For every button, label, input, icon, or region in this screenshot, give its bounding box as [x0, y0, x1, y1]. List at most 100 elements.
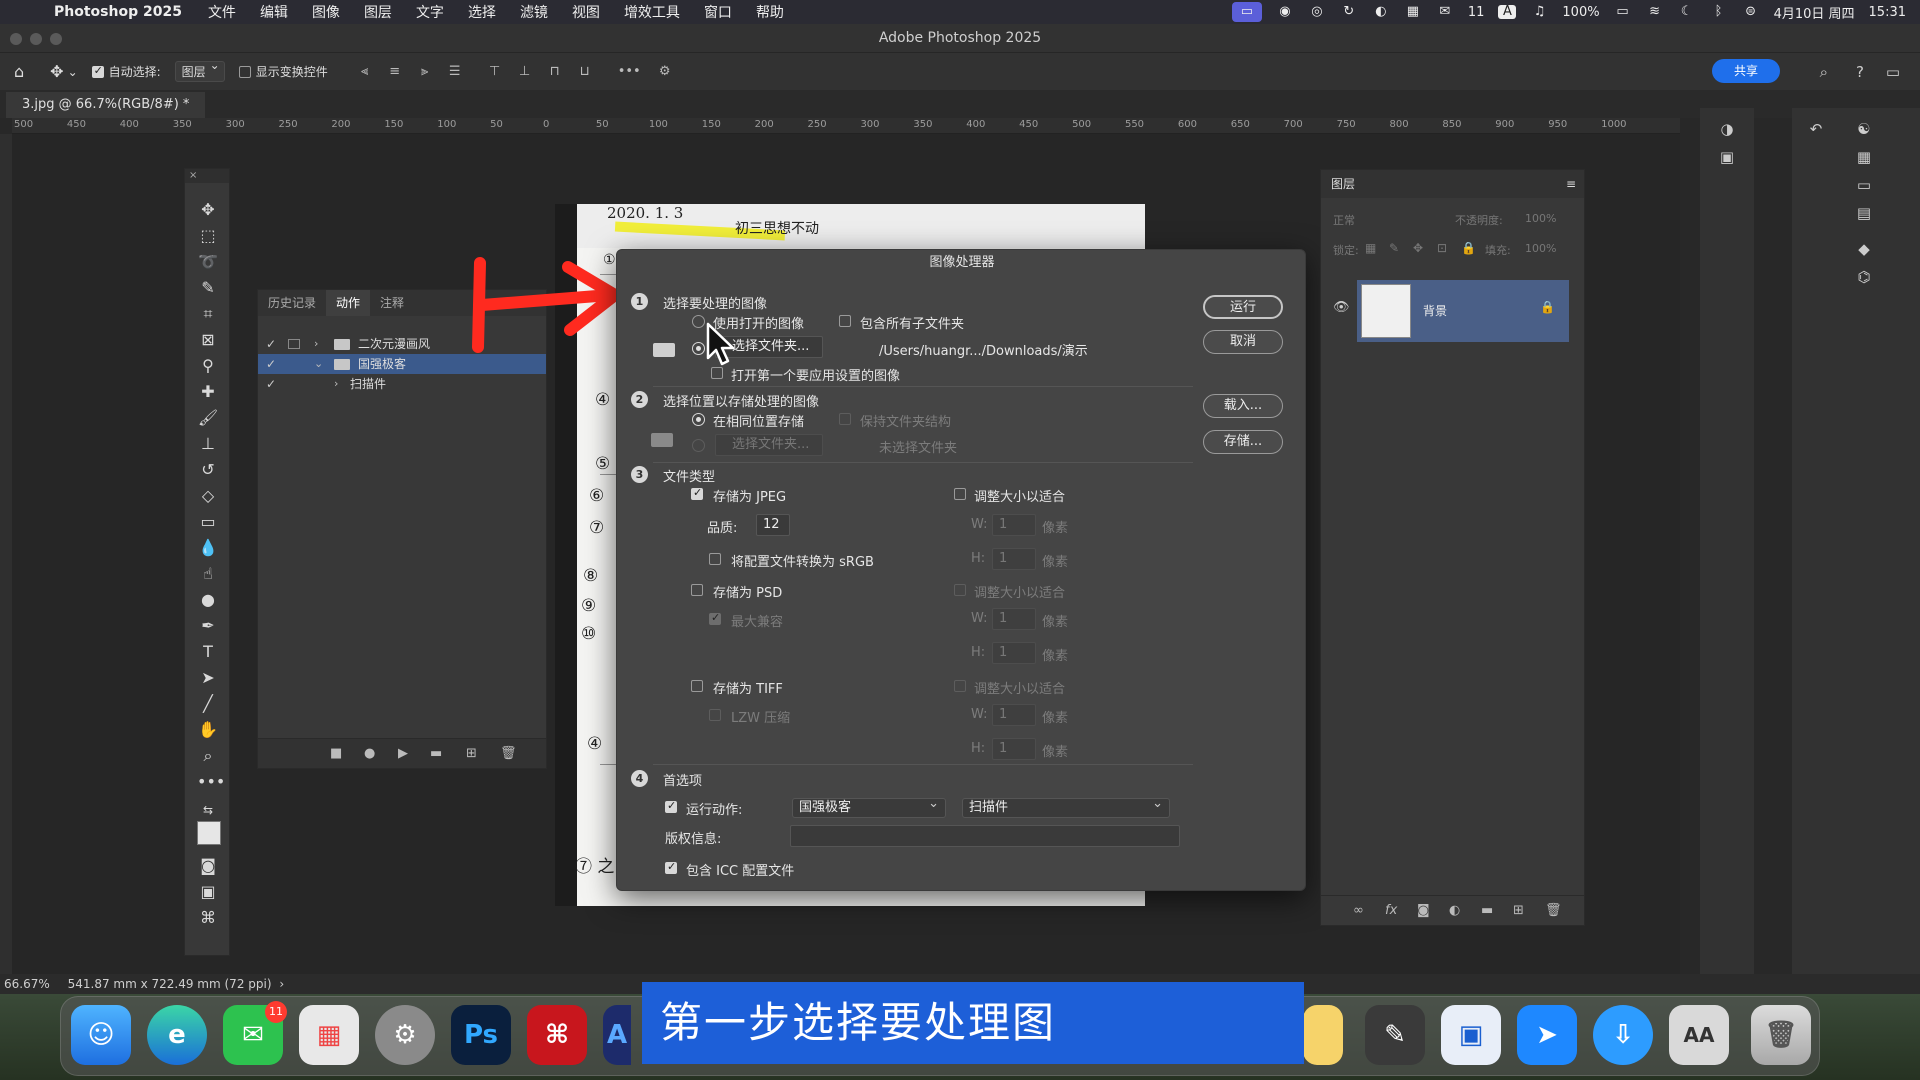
menu-app-name[interactable]: Photoshop 2025 — [54, 4, 182, 20]
keep-folder-structure-checkbox[interactable] — [839, 413, 856, 429]
show-transform-toggle[interactable]: 显示变换控件 — [238, 63, 328, 80]
more-tools-icon[interactable]: ••• — [197, 771, 225, 793]
new-group-icon[interactable]: ▬ — [1481, 903, 1493, 918]
action-enabled-check-icon[interactable]: ✓ — [266, 334, 276, 354]
tab-actions[interactable]: 动作 — [326, 290, 371, 316]
action-enabled-check-icon[interactable]: ✓ — [266, 374, 276, 394]
vpn-icon[interactable]: ◐ — [1372, 5, 1390, 19]
psd-resize-checkbox[interactable] — [954, 584, 971, 600]
close-icon[interactable]: × — [189, 170, 197, 181]
marquee-tool-icon[interactable]: ⬚ — [197, 225, 219, 247]
layers-panel-title[interactable]: 图层 — [1331, 177, 1355, 191]
frame-tool-icon[interactable]: ⊠ — [197, 329, 219, 351]
window-minimize-button[interactable] — [30, 33, 42, 45]
edge-app-icon[interactable]: e — [147, 1005, 207, 1065]
auto-select-checkbox[interactable] — [91, 64, 104, 78]
gear-icon[interactable]: ⚙ — [658, 64, 672, 79]
chevron-right-icon[interactable]: › — [314, 334, 318, 354]
dodge-tool-icon[interactable]: ● — [197, 589, 219, 611]
adjustment-layer-icon[interactable]: ◐ — [1449, 903, 1460, 918]
action-row[interactable]: ✓ › 扫描件 — [258, 374, 546, 394]
input-method-icon[interactable]: A — [1498, 5, 1517, 19]
action-enabled-check-icon[interactable]: ✓ — [266, 354, 276, 374]
quick-mask-icon[interactable]: ◙ — [197, 855, 219, 877]
menu-image[interactable]: 图像 — [312, 2, 340, 22]
distribute-icon[interactable]: ☰ — [448, 64, 462, 79]
app-store-app-icon[interactable]: A — [603, 1005, 631, 1065]
align-right-icon[interactable]: ⫸ — [418, 64, 432, 79]
tab-notes[interactable]: 注释 — [370, 290, 414, 316]
stop-icon[interactable]: ■ — [330, 746, 342, 761]
help-icon[interactable]: ? — [1856, 63, 1864, 81]
lock-position-icon[interactable]: ✥ — [1413, 241, 1423, 255]
opacity-value[interactable]: 100% — [1525, 212, 1556, 225]
move-tool-icon[interactable]: ✥ — [197, 199, 219, 221]
cloud-download-app-icon[interactable]: ⇩ — [1593, 1005, 1653, 1065]
chevron-right-icon[interactable]: › — [279, 977, 284, 991]
record-icon[interactable]: ● — [364, 746, 375, 761]
visibility-eye-icon[interactable]: 👁 — [1333, 300, 1350, 315]
auto-select-toggle[interactable]: 自动选择: — [91, 63, 161, 80]
home-icon[interactable]: ⌂ — [14, 62, 24, 81]
hand-tool-icon[interactable]: ✋ — [197, 719, 219, 741]
learn-panel-icon[interactable]: ☯ — [1854, 120, 1874, 138]
action-name-select[interactable]: 扫描件 — [962, 795, 1170, 818]
color-panel-icon[interactable]: ◑ — [1717, 120, 1737, 138]
type-tool-icon[interactable]: T — [197, 641, 219, 663]
shapes-panel-icon[interactable]: ◆ — [1854, 240, 1874, 258]
tools-panel-header[interactable]: × — [185, 169, 229, 183]
align-top-icon[interactable]: ⊤ — [488, 64, 502, 79]
more-options-icon[interactable]: ••• — [618, 64, 641, 79]
include-subfolders-checkbox[interactable] — [839, 315, 856, 331]
copyright-input[interactable] — [790, 825, 1180, 847]
distribute-vertical-icon[interactable]: ⊔ — [578, 64, 592, 79]
sync-icon[interactable]: ↻ — [1340, 5, 1358, 19]
crop-tool-icon[interactable]: ⌗ — [197, 303, 219, 325]
moon-icon[interactable]: ☾ — [1678, 5, 1696, 19]
tiff-height-input[interactable]: 1 — [992, 738, 1036, 760]
document-tab[interactable]: 3.jpg @ 66.7%(RGB/8#) * — [6, 92, 206, 118]
remote-desktop-app-icon[interactable]: ▣ — [1441, 1005, 1501, 1065]
jpeg-height-input[interactable]: 1 — [992, 548, 1036, 570]
lock-brush-icon[interactable]: ✎ — [1389, 241, 1399, 255]
notes-app-icon[interactable] — [1303, 1005, 1343, 1065]
auto-select-dropdown[interactable]: 图层 — [174, 58, 225, 82]
font-book-app-icon[interactable]: AA — [1669, 1005, 1729, 1065]
menu-file[interactable]: 文件 — [208, 2, 236, 22]
grid-app-icon[interactable]: ▦ — [1404, 5, 1422, 19]
search-icon[interactable]: ⌕ — [1820, 63, 1828, 81]
feishu-app-icon[interactable]: ➤ — [1517, 1005, 1577, 1065]
run-button[interactable]: 运行 — [1203, 295, 1283, 319]
bluetooth-icon[interactable]: ᛒ — [1710, 5, 1728, 19]
horizontal-ruler[interactable]: 500 450 400 350 300 250 200 150 100 50 0 50 100 150 20… — [12, 118, 1680, 134]
swap-colors-icon[interactable]: ⇆ — [197, 799, 219, 821]
chevron-down-icon[interactable]: ⌄ — [314, 354, 323, 374]
layer-mask-icon[interactable]: ◙ — [1417, 903, 1430, 918]
menu-layer[interactable]: 图层 — [364, 2, 392, 22]
system-settings-app-icon[interactable]: ⚙ — [375, 1005, 435, 1065]
tiff-width-input[interactable]: 1 — [992, 704, 1036, 726]
tool-preset-chevron-icon[interactable]: ⌄ — [68, 65, 78, 79]
lzw-compression-checkbox[interactable] — [709, 709, 726, 725]
save-tiff-checkbox[interactable] — [691, 680, 708, 696]
menu-edit[interactable]: 编辑 — [260, 2, 288, 22]
dialog-toggle-icon[interactable] — [288, 339, 300, 349]
zoom-tool-icon[interactable]: ⌕ — [197, 745, 219, 767]
load-button[interactable]: 载入... — [1203, 394, 1283, 418]
use-open-images-radio[interactable] — [692, 315, 705, 328]
pen-tool-icon[interactable]: ✒ — [197, 615, 219, 637]
psd-width-input[interactable]: 1 — [992, 608, 1036, 630]
psd-height-input[interactable]: 1 — [992, 642, 1036, 664]
launchpad-app-icon[interactable]: ▦ — [299, 1005, 359, 1065]
layer-row-background[interactable]: 背景 🔒 — [1357, 280, 1569, 342]
menu-select[interactable]: 选择 — [468, 2, 496, 22]
cancel-button[interactable]: 取消 — [1203, 330, 1283, 354]
wechat-menubar-icon[interactable]: ✉ — [1436, 5, 1454, 19]
fx-icon[interactable]: fx — [1385, 903, 1397, 918]
history-panel-icon[interactable]: ↶ — [1806, 120, 1826, 138]
menu-view[interactable]: 视图 — [572, 2, 600, 22]
window-close-button[interactable] — [10, 33, 22, 45]
destination-select-folder-button[interactable]: 选择文件夹... — [715, 434, 823, 456]
menu-type[interactable]: 文字 — [416, 2, 444, 22]
same-location-radio[interactable] — [692, 413, 705, 426]
